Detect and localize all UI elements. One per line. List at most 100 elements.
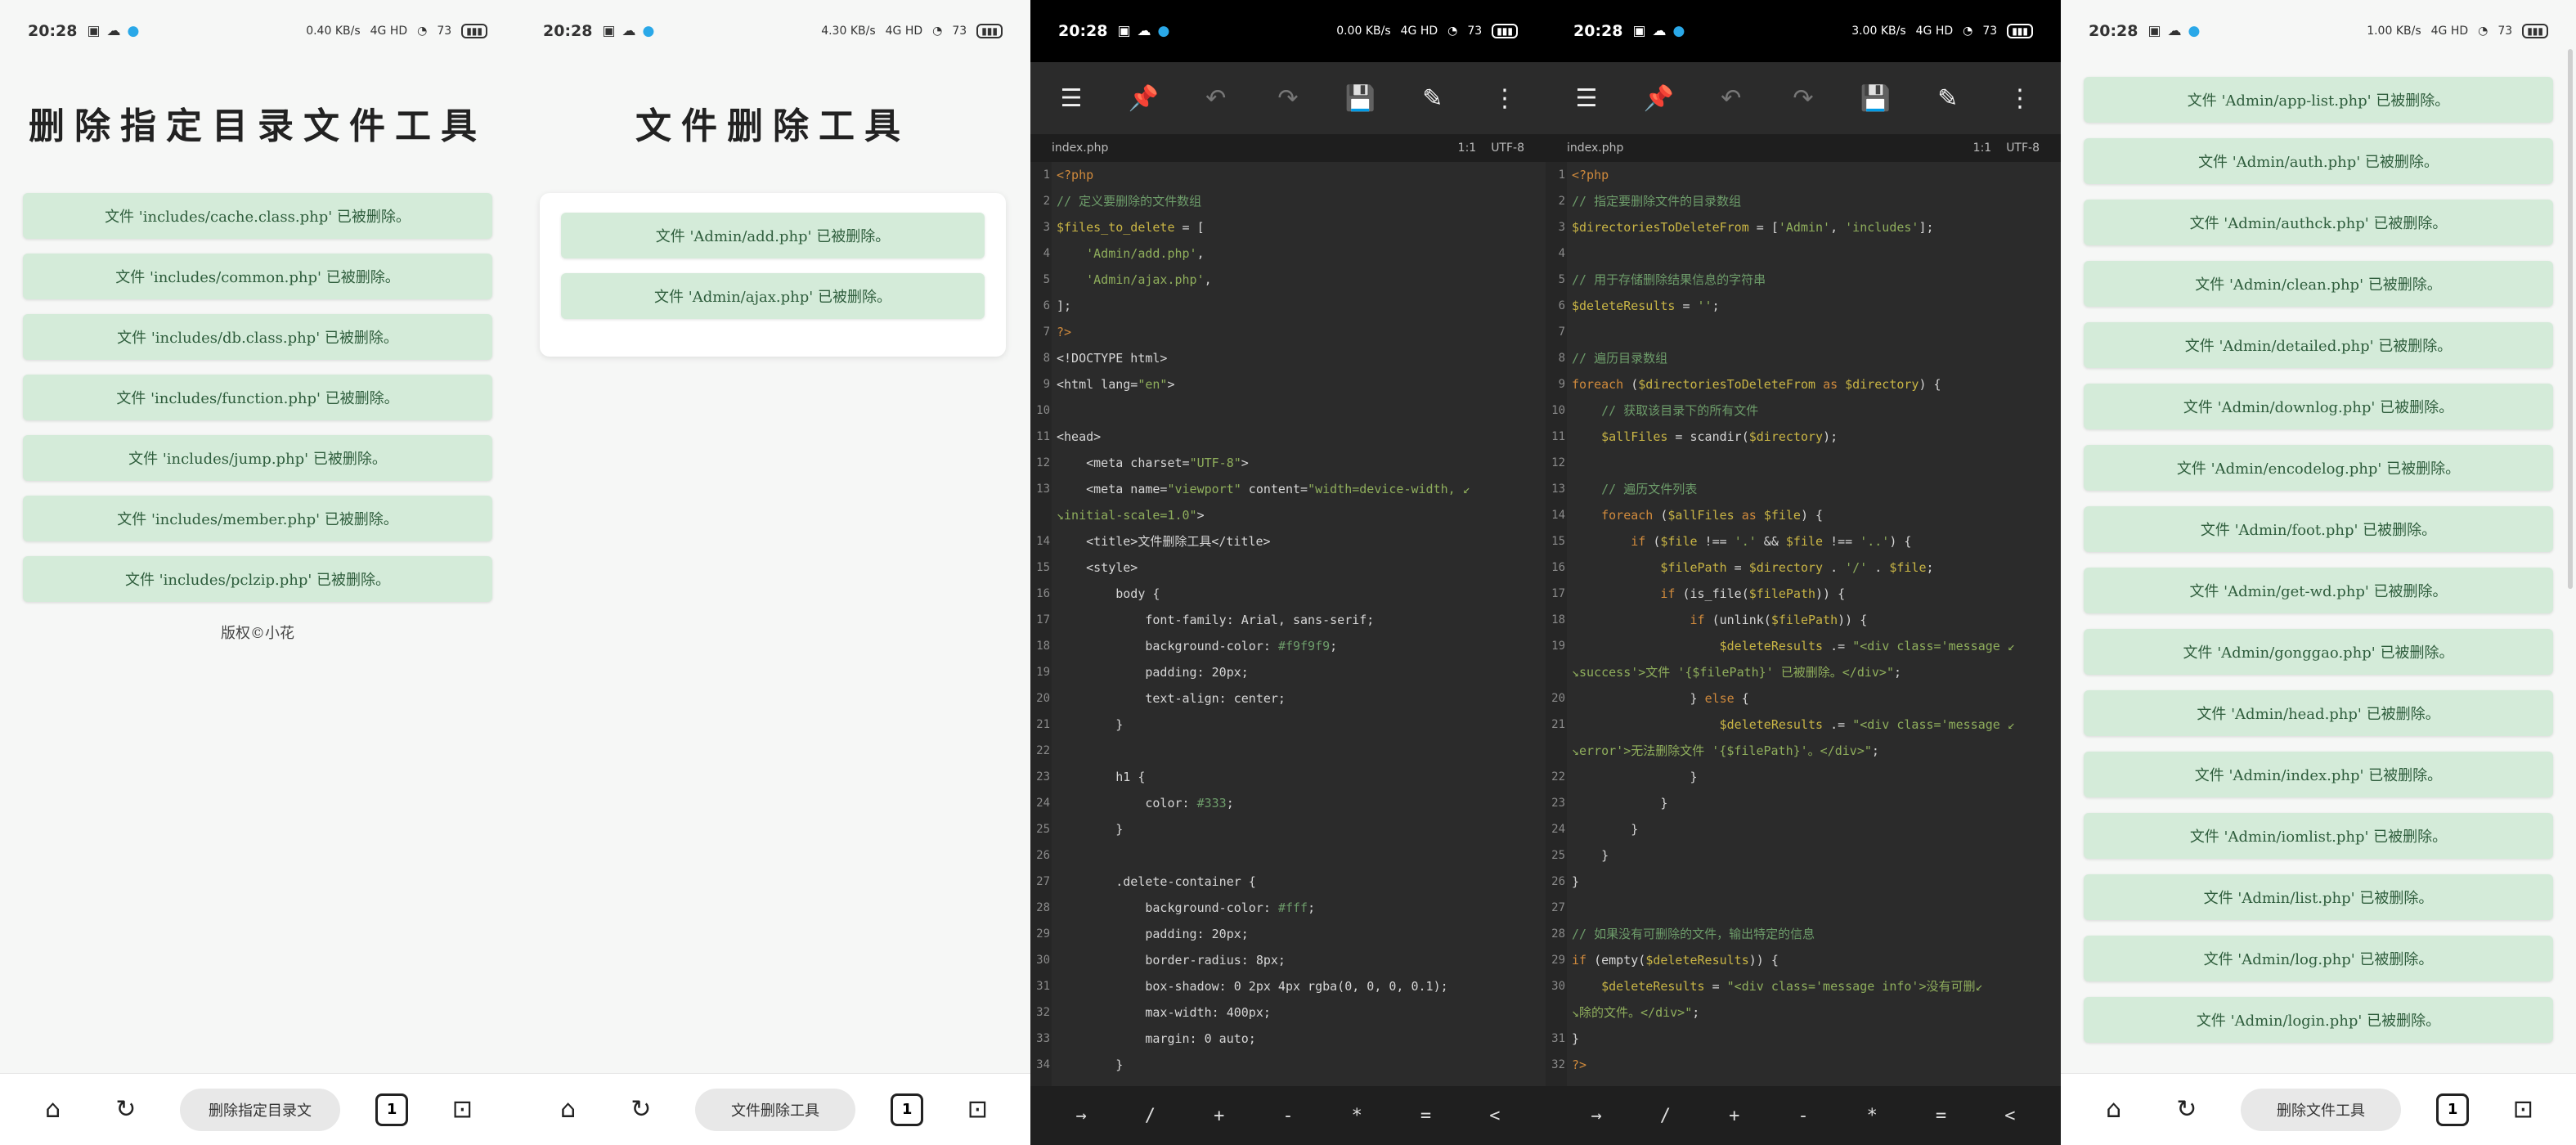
refresh-icon[interactable]: ↻ xyxy=(2168,1091,2206,1129)
symbol-key[interactable]: < xyxy=(1489,1106,1500,1126)
code-line[interactable]: 32 ?> xyxy=(1546,1052,2061,1078)
code-line[interactable]: 20 text-align: center; xyxy=(1030,685,1546,712)
code-line[interactable]: 7 xyxy=(1546,319,2061,345)
code-line[interactable]: 19 padding: 20px; xyxy=(1030,659,1546,685)
code-line[interactable]: 31} xyxy=(1546,1026,2061,1052)
menu-icon[interactable]: ⊡ xyxy=(2504,1091,2542,1129)
tabs-count-button[interactable]: 1 xyxy=(2436,1093,2470,1126)
menu-icon[interactable]: ⊡ xyxy=(443,1091,481,1129)
symbol-key[interactable]: < xyxy=(2004,1106,2015,1126)
code-line[interactable]: 11 $allFiles = scandir($directory); xyxy=(1546,424,2061,450)
hamburger-menu-icon[interactable]: ☰ xyxy=(1567,79,1606,118)
home-icon[interactable]: ⌂ xyxy=(34,1091,72,1129)
symbol-key[interactable]: / xyxy=(1660,1106,1671,1126)
code-line[interactable]: 1 <?php xyxy=(1030,162,1546,188)
code-line[interactable]: 29 if (empty($deleteResults)) { xyxy=(1546,947,2061,973)
code-line[interactable]: 32 max-width: 400px; xyxy=(1030,999,1546,1026)
symbol-key[interactable]: - xyxy=(1797,1106,1808,1126)
symbol-key[interactable]: → xyxy=(1076,1106,1087,1126)
code-line[interactable]: 23 h1 { xyxy=(1030,764,1546,790)
save-icon[interactable]: 💾 xyxy=(1856,79,1895,118)
code-line[interactable]: 21 } xyxy=(1030,712,1546,738)
code-line[interactable]: 18 if (unlink($filePath)) { xyxy=(1546,607,2061,633)
code-line[interactable]: 23 } xyxy=(1546,790,2061,816)
code-line[interactable]: 31 box-shadow: 0 2px 4px rgba(0, 0, 0, 0… xyxy=(1030,973,1546,999)
code-line[interactable]: 15 if ($file !== '.' && $file !== '..') … xyxy=(1546,528,2061,555)
tabs-count-button[interactable]: 1 xyxy=(891,1093,924,1126)
code-line[interactable]: 1 <?php xyxy=(1546,162,2061,188)
code-line[interactable]: 22 xyxy=(1030,738,1546,764)
redo-icon[interactable]: ↷ xyxy=(1784,79,1823,118)
code-line[interactable]: ↘success'>文件 '{$filePath}' 已被删除。</div>"; xyxy=(1546,659,2061,685)
symbol-key[interactable]: - xyxy=(1282,1106,1293,1126)
symbol-key[interactable]: → xyxy=(1591,1106,1602,1126)
code-line[interactable]: 17 if (is_file($filePath)) { xyxy=(1546,581,2061,607)
code-line[interactable]: 29 padding: 20px; xyxy=(1030,921,1546,947)
address-pill[interactable]: 删除指定目录文 xyxy=(179,1088,340,1131)
address-pill[interactable]: 文件删除工具 xyxy=(694,1088,855,1131)
code-line[interactable]: 4 'Admin/add.php', xyxy=(1030,240,1546,267)
code-line[interactable]: 2 // 指定要删除文件的目录数组 xyxy=(1546,188,2061,214)
code-line[interactable]: 34 } xyxy=(1030,1052,1546,1078)
code-line[interactable]: 30 $deleteResults = "<div class='message… xyxy=(1546,973,2061,999)
home-icon[interactable]: ⌂ xyxy=(550,1091,587,1129)
code-line[interactable]: 12 <meta charset="UTF-8"> xyxy=(1030,450,1546,476)
code-line[interactable]: 14 foreach ($allFiles as $file) { xyxy=(1546,502,2061,528)
code-line[interactable]: 3 $directoriesToDeleteFrom = ['Admin', 'i… xyxy=(1546,214,2061,240)
more-vert-icon[interactable]: ⋮ xyxy=(2000,79,2040,118)
refresh-icon[interactable]: ↻ xyxy=(107,1091,145,1129)
code-line[interactable]: 28 // 如果没有可删除的文件，输出特定的信息 xyxy=(1546,921,2061,947)
code-line[interactable]: 6 $deleteResults = ''; xyxy=(1546,293,2061,319)
symbol-key[interactable]: = xyxy=(1420,1106,1431,1126)
code-line[interactable]: 16 body { xyxy=(1030,581,1546,607)
code-line[interactable]: 18 background-color: #f9f9f9; xyxy=(1030,633,1546,659)
code-line[interactable]: 7 ?> xyxy=(1030,319,1546,345)
code-line[interactable]: 9 foreach ($directoriesToDeleteFrom as $d… xyxy=(1546,371,2061,397)
edit-pencil-icon[interactable]: ✎ xyxy=(1413,79,1452,118)
code-line[interactable]: 27 .delete-container { xyxy=(1030,869,1546,895)
file-name[interactable]: index.php xyxy=(1567,141,1623,155)
code-line[interactable]: 11 <head> xyxy=(1030,424,1546,450)
code-line[interactable]: 22 } xyxy=(1546,764,2061,790)
edit-pencil-icon[interactable]: ✎ xyxy=(1928,79,1968,118)
undo-icon[interactable]: ↶ xyxy=(1712,79,1751,118)
code-line[interactable]: ↘除的文件。</div>"; xyxy=(1546,999,2061,1026)
symbol-key[interactable]: / xyxy=(1145,1106,1156,1126)
code-line[interactable]: 33 margin: 0 auto; xyxy=(1030,1026,1546,1052)
code-line[interactable]: 12 xyxy=(1546,450,2061,476)
more-vert-icon[interactable]: ⋮ xyxy=(1485,79,1524,118)
code-line[interactable]: 24 } xyxy=(1546,816,2061,842)
file-name[interactable]: index.php xyxy=(1052,141,1108,155)
code-line[interactable]: 16 $filePath = $directory . '/' . $file; xyxy=(1546,555,2061,581)
undo-icon[interactable]: ↶ xyxy=(1196,79,1236,118)
code-line[interactable]: 28 background-color: #fff; xyxy=(1030,895,1546,921)
encoding-label[interactable]: UTF-8 xyxy=(2006,141,2040,155)
code-line[interactable]: 19 $deleteResults .= "<div class='messag… xyxy=(1546,633,2061,659)
code-line[interactable]: 13 // 遍历文件列表 xyxy=(1546,476,2061,502)
code-line[interactable]: 9 <html lang="en"> xyxy=(1030,371,1546,397)
code-line[interactable]: 30 border-radius: 8px; xyxy=(1030,947,1546,973)
menu-icon[interactable]: ⊡ xyxy=(958,1091,996,1129)
code-line[interactable]: 13 <meta name="viewport" content="width=… xyxy=(1030,476,1546,502)
save-icon[interactable]: 💾 xyxy=(1340,79,1380,118)
code-area[interactable]: 1 <?php 2 // 指定要删除文件的目录数组 3 $directoriesToDel… xyxy=(1546,162,2061,1086)
code-line[interactable]: 3 $files_to_delete = [ xyxy=(1030,214,1546,240)
code-area[interactable]: 1 <?php 2 // 定义要删除的文件数组 3 $files_to_delete = … xyxy=(1030,162,1546,1086)
symbol-key[interactable]: + xyxy=(1729,1106,1739,1126)
code-line[interactable]: 4 xyxy=(1546,240,2061,267)
code-line[interactable]: 27 xyxy=(1546,895,2061,921)
code-line[interactable]: 17 font-family: Arial, sans-serif; xyxy=(1030,607,1546,633)
code-line[interactable]: 14 <title>文件删除工具</title> xyxy=(1030,528,1546,555)
hamburger-menu-icon[interactable]: ☰ xyxy=(1052,79,1091,118)
code-line[interactable]: ↘initial-scale=1.0"> xyxy=(1030,502,1546,528)
code-line[interactable]: 10 xyxy=(1030,397,1546,424)
symbol-key[interactable]: = xyxy=(1936,1106,1946,1126)
symbol-key[interactable]: * xyxy=(1352,1106,1362,1126)
code-line[interactable]: 26 xyxy=(1030,842,1546,869)
code-line[interactable]: 25 } xyxy=(1030,816,1546,842)
code-line[interactable]: 8 <!DOCTYPE html> xyxy=(1030,345,1546,371)
code-line[interactable]: 25 } xyxy=(1546,842,2061,869)
code-line[interactable]: 5 // 用于存储删除结果信息的字符串 xyxy=(1546,267,2061,293)
code-line[interactable]: 5 'Admin/ajax.php', xyxy=(1030,267,1546,293)
symbol-key[interactable]: * xyxy=(1867,1106,1878,1126)
